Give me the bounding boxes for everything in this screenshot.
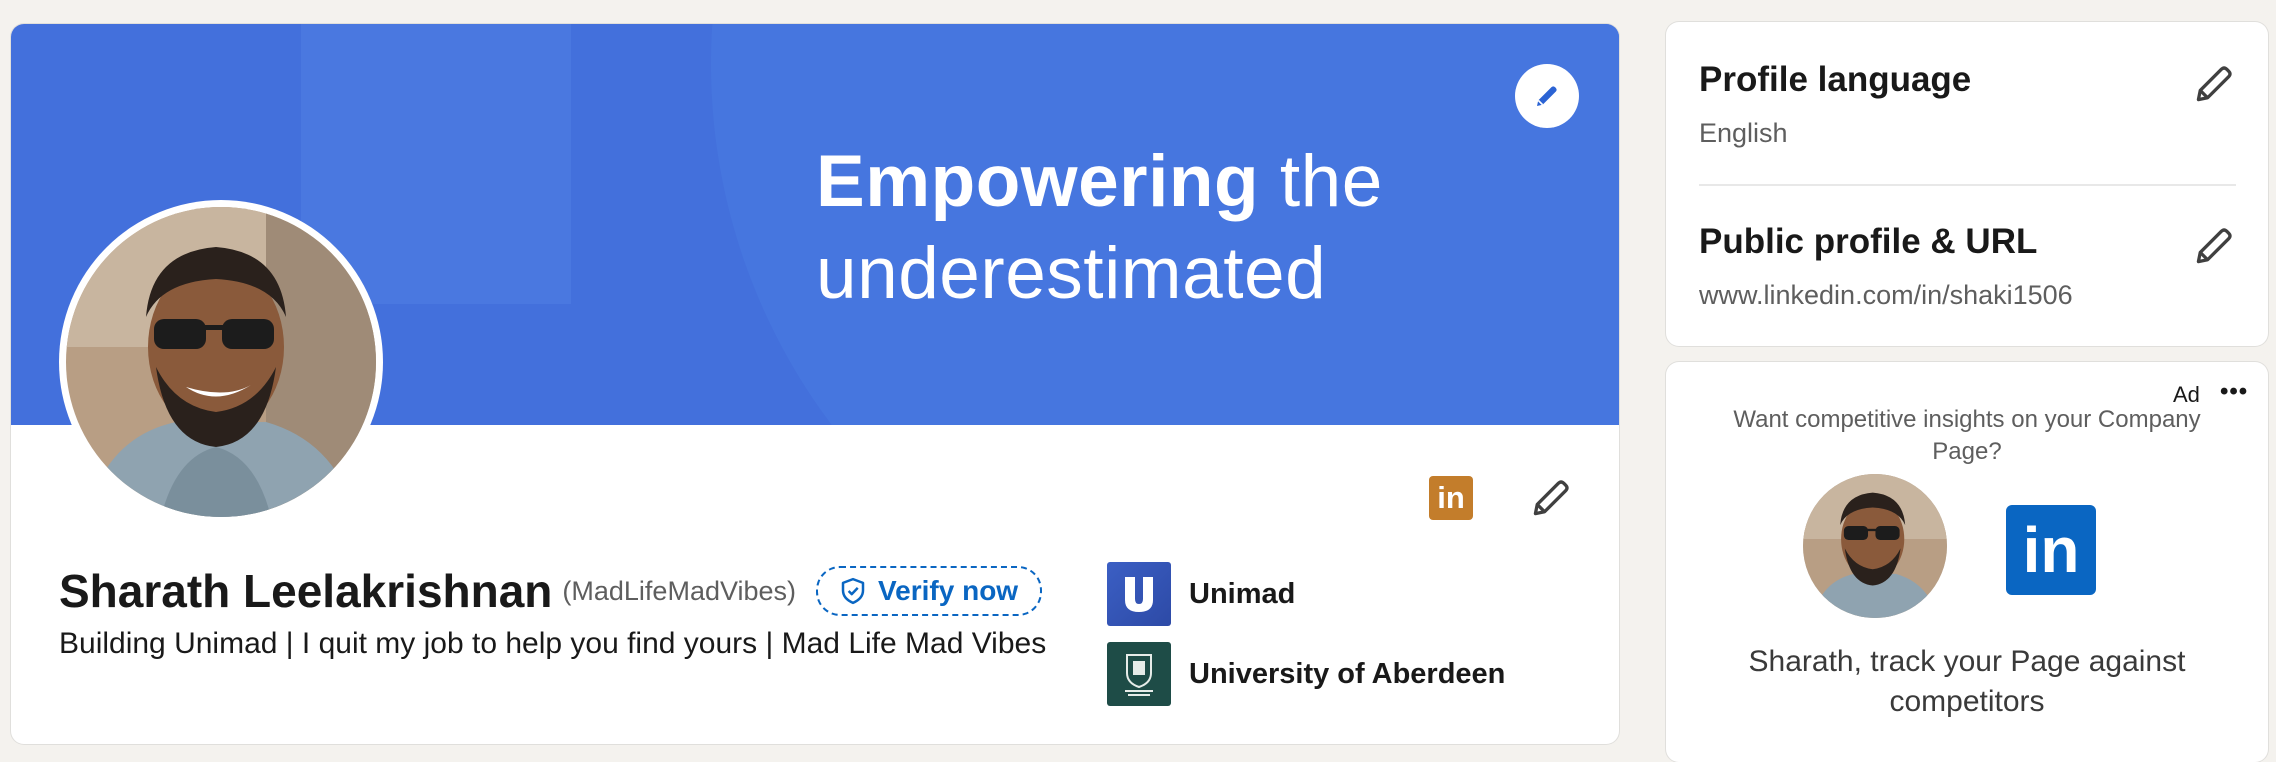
pencil-icon: [2196, 228, 2232, 264]
pencil-icon: [2196, 66, 2232, 102]
public-profile-title: Public profile & URL: [1699, 222, 2038, 261]
shield-check-icon: [841, 577, 865, 605]
profile-photo-frame[interactable]: [59, 200, 383, 524]
profile-name: Sharath Leelakrishnan: [59, 565, 553, 617]
banner-title-bold: Empowering: [816, 141, 1260, 222]
edit-intro-button[interactable]: [1523, 470, 1579, 526]
verify-now-label: Verify now: [878, 575, 1019, 606]
experience-item-unimad[interactable]: Unimad: [1107, 562, 1295, 626]
unimad-logo: [1107, 562, 1171, 626]
public-profile-url[interactable]: www.linkedin.com/in/shaki1506: [1699, 280, 2073, 311]
edit-language-button[interactable]: [2186, 56, 2242, 112]
linkedin-badge-text: in: [1437, 480, 1465, 515]
avatar[interactable]: [66, 207, 376, 517]
profile-language-value: English: [1699, 118, 1788, 148]
linkedin-icon: in: [2006, 505, 2096, 595]
profile-card: Empowering the underestimated in Sharath…: [11, 24, 1619, 744]
ad-avatar: [1803, 474, 1947, 618]
edit-banner-button[interactable]: [1515, 64, 1579, 128]
pencil-icon: [1537, 86, 1557, 106]
profile-pronoun: (MadLifeMadVibes): [562, 575, 797, 606]
experience-item-aberdeen[interactable]: University of Aberdeen: [1107, 642, 1505, 706]
name-row: Sharath Leelakrishnan (MadLifeMadVibes) …: [59, 564, 1043, 618]
linkedin-icon[interactable]: in: [1429, 476, 1473, 520]
profile-headline: Building Unimad | I quit my job to help …: [59, 627, 1047, 660]
ad-question: Want competitive insights on your Compan…: [1733, 406, 2201, 465]
pencil-icon: [1533, 480, 1569, 516]
unimad-u-icon: [1125, 577, 1153, 612]
experience-name: Unimad: [1189, 577, 1296, 610]
banner-title-line2: underestimated: [816, 233, 1327, 314]
banner-title-rest: the: [1279, 141, 1383, 222]
ad-card: Ad ••• Want competitive insights on your…: [1666, 362, 2268, 762]
more-icon[interactable]: •••: [2220, 378, 2248, 406]
experience-name: University of Aberdeen: [1189, 657, 1506, 690]
profile-settings-card: Profile language English Public profile …: [1666, 22, 2268, 346]
edit-public-url-button[interactable]: [2186, 218, 2242, 274]
university-crest-icon: [1125, 654, 1153, 696]
verify-now-button[interactable]: Verify now: [816, 566, 1043, 616]
divider: [1699, 184, 2236, 186]
ad-pitch[interactable]: Sharath, track your Page against competi…: [1696, 642, 2238, 722]
profile-language-title: Profile language: [1699, 60, 1972, 99]
aberdeen-logo: [1107, 642, 1171, 706]
banner-title: Empowering the underestimated: [816, 136, 1383, 320]
linkedin-logo-text: in: [2022, 514, 2080, 586]
